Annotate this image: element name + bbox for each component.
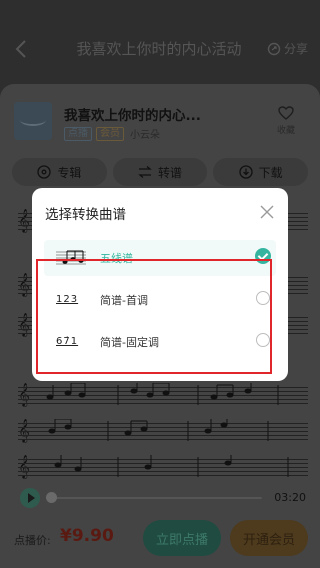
action-bar: 专辑 转谱 下载 [12,158,309,186]
notes-icon [54,455,289,477]
on-demand-tag: 点播 [64,126,92,141]
download-icon [239,165,253,179]
download-label: 下载 [258,165,283,180]
dialog-title: 选择转换曲谱 [45,207,126,223]
highlight-annotation [36,259,272,374]
vip-tag: 会员 [96,126,124,141]
staff-row: 𝄞 [12,455,308,477]
buy-now-button[interactable]: 立即点播 [143,520,221,556]
song-title: 我喜欢上你时的内心... [64,108,201,124]
favorite-label: 收藏 [276,126,295,136]
back-arrow-icon[interactable] [12,38,32,60]
share-label: 分享 [283,42,308,56]
open-vip-button[interactable]: 开通会员 [230,520,308,556]
heart-icon [278,106,294,120]
price-value: ¥9.90 [60,526,114,546]
staff-row: 𝄞 [12,419,308,441]
share-button[interactable]: 分享 [267,40,308,57]
notes-icon [46,383,279,405]
play-button[interactable] [20,488,40,508]
album-button[interactable]: 专辑 [12,158,107,186]
staff-row: 𝄞 [12,383,308,405]
album-label: 专辑 [57,165,82,180]
song-tags: 点播 会员 小云朵 [64,126,160,141]
audio-player: 03:20 [14,488,306,508]
page-title: 我喜欢上你时的内心活动 [76,40,242,58]
duration-label: 03:20 [274,491,306,504]
convert-label: 转谱 [158,165,183,180]
album-icon [37,165,51,179]
album-cover [14,102,52,140]
artist-name[interactable]: 小云朵 [130,126,160,141]
share-icon [267,42,281,55]
notes-icon [48,419,269,441]
progress-track[interactable] [48,497,262,499]
close-icon[interactable] [260,205,274,219]
convert-score-button[interactable]: 转谱 [112,158,208,186]
swap-icon [138,166,152,178]
progress-knob[interactable] [46,492,57,503]
favorite-button[interactable]: 收藏 [272,106,300,136]
price-label: 点播价: [14,534,51,547]
download-button[interactable]: 下载 [213,158,309,186]
